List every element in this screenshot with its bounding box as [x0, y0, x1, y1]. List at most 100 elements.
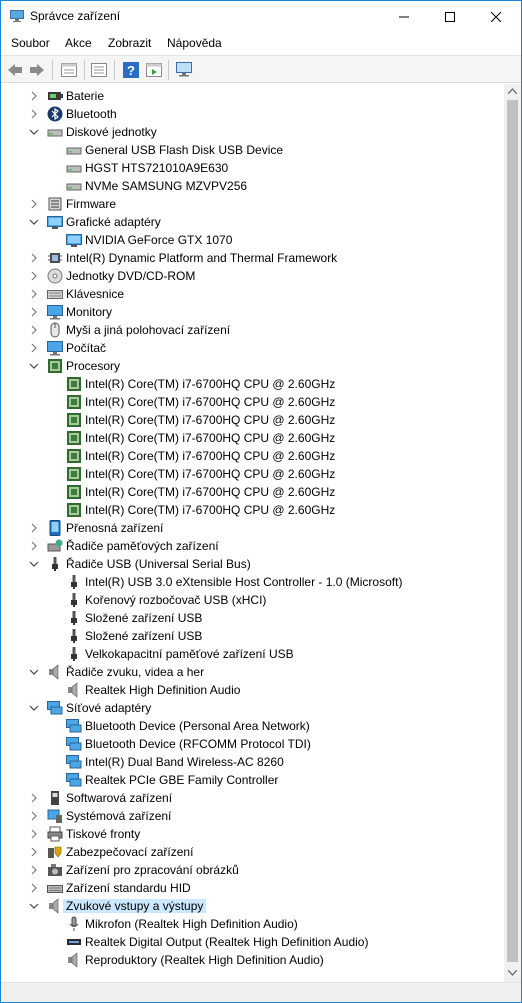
disk-icon: [66, 160, 82, 176]
tree-category[interactable]: Procesory: [4, 357, 504, 375]
scroll-thumb[interactable]: [507, 100, 518, 962]
tree-device[interactable]: Kořenový rozbočovač USB (xHCI): [4, 591, 504, 609]
tree-device[interactable]: Intel(R) Core(TM) i7-6700HQ CPU @ 2.60GH…: [4, 411, 504, 429]
chevron-right-icon[interactable]: [29, 270, 39, 282]
tree-category[interactable]: Počítač: [4, 339, 504, 357]
title-bar: Správce zařízení: [1, 1, 521, 32]
tree-device[interactable]: NVIDIA GeForce GTX 1070: [4, 231, 504, 249]
chevron-right-icon[interactable]: [29, 540, 39, 552]
chevron-down-icon[interactable]: [29, 702, 39, 714]
tree-device[interactable]: Intel(R) Dual Band Wireless-AC 8260: [4, 753, 504, 771]
tree-device[interactable]: Bluetooth Device (RFCOMM Protocol TDI): [4, 735, 504, 753]
tree-category[interactable]: Monitory: [4, 303, 504, 321]
menu-zobrazit[interactable]: Zobrazit: [108, 36, 151, 50]
tree-device[interactable]: Reproduktory (Realtek High Definition Au…: [4, 951, 504, 969]
chevron-down-icon[interactable]: [29, 126, 39, 138]
tree-category[interactable]: Zařízení standardu HID: [4, 879, 504, 897]
network-icon: [66, 736, 82, 752]
menu-napoveda[interactable]: Nápověda: [167, 36, 222, 50]
tree-category[interactable]: Firmware: [4, 195, 504, 213]
chevron-right-icon[interactable]: [29, 288, 39, 300]
tree-device[interactable]: Mikrofon (Realtek High Definition Audio): [4, 915, 504, 933]
digital-out-icon: [66, 934, 82, 950]
tree-device[interactable]: Velkokapacitní paměťové zařízení USB: [4, 645, 504, 663]
tree-device[interactable]: Intel(R) Core(TM) i7-6700HQ CPU @ 2.60GH…: [4, 501, 504, 519]
menu-akce[interactable]: Akce: [65, 36, 92, 50]
tree-category[interactable]: Síťové adaptéry: [4, 699, 504, 717]
forward-icon[interactable]: [27, 60, 47, 80]
chevron-right-icon[interactable]: [29, 864, 39, 876]
tree-device[interactable]: Složené zařízení USB: [4, 609, 504, 627]
chevron-right-icon[interactable]: [29, 810, 39, 822]
tree-item-label: Intel(R) Dual Band Wireless-AC 8260: [85, 755, 284, 769]
action-icon[interactable]: [144, 60, 164, 80]
tree-category[interactable]: Diskové jednotky: [4, 123, 504, 141]
maximize-button[interactable]: [427, 1, 473, 32]
properties-icon[interactable]: [59, 60, 79, 80]
tree-item-label: General USB Flash Disk USB Device: [85, 143, 284, 157]
chevron-down-icon[interactable]: [29, 900, 39, 912]
tree-device[interactable]: Intel(R) Core(TM) i7-6700HQ CPU @ 2.60GH…: [4, 429, 504, 447]
chevron-right-icon[interactable]: [29, 828, 39, 840]
tree-category[interactable]: Zařízení pro zpracování obrázků: [4, 861, 504, 879]
tree-item-label: Řadiče zvuku, videa a her: [66, 665, 205, 679]
tree-device[interactable]: Intel(R) Core(TM) i7-6700HQ CPU @ 2.60GH…: [4, 447, 504, 465]
help-icon[interactable]: ?: [121, 60, 141, 80]
tree-item-label: Řadiče USB (Universal Serial Bus): [66, 557, 251, 571]
chevron-right-icon[interactable]: [29, 198, 39, 210]
chevron-right-icon[interactable]: [29, 792, 39, 804]
chevron-down-icon[interactable]: [29, 666, 39, 678]
minimize-button[interactable]: [381, 1, 427, 32]
tree-device[interactable]: Intel(R) Core(TM) i7-6700HQ CPU @ 2.60GH…: [4, 393, 504, 411]
chevron-right-icon[interactable]: [29, 324, 39, 336]
tree-device[interactable]: Intel(R) Core(TM) i7-6700HQ CPU @ 2.60GH…: [4, 375, 504, 393]
tree-category[interactable]: Klávesnice: [4, 285, 504, 303]
monitor-scan-icon[interactable]: [174, 60, 194, 80]
tree-category[interactable]: Zvukové vstupy a výstupy: [4, 897, 504, 915]
tree-device[interactable]: NVMe SAMSUNG MZVPV256: [4, 177, 504, 195]
tree-category[interactable]: Softwarová zařízení: [4, 789, 504, 807]
chevron-right-icon[interactable]: [29, 846, 39, 858]
chevron-right-icon[interactable]: [29, 882, 39, 894]
device-manager-window: Správce zařízení Soubor Akce Zobrazit Ná…: [0, 0, 522, 1003]
chevron-down-icon[interactable]: [29, 360, 39, 372]
tree-category[interactable]: Jednotky DVD/CD-ROM: [4, 267, 504, 285]
tree-category[interactable]: Tiskové fronty: [4, 825, 504, 843]
chevron-down-icon[interactable]: [29, 558, 39, 570]
tree-category[interactable]: Grafické adaptéry: [4, 213, 504, 231]
chevron-right-icon[interactable]: [29, 252, 39, 264]
tree-category[interactable]: Bluetooth: [4, 105, 504, 123]
tree-category[interactable]: Myši a jiná polohovací zařízení: [4, 321, 504, 339]
list-view-icon[interactable]: [89, 60, 109, 80]
tree-device[interactable]: HGST HTS721010A9E630: [4, 159, 504, 177]
tree-category[interactable]: Intel(R) Dynamic Platform and Thermal Fr…: [4, 249, 504, 267]
vertical-scrollbar[interactable]: [504, 84, 521, 982]
tree-device[interactable]: Intel(R) Core(TM) i7-6700HQ CPU @ 2.60GH…: [4, 483, 504, 501]
monitor-icon: [47, 340, 63, 356]
cpu-icon: [66, 394, 82, 410]
tree-category[interactable]: Řadiče zvuku, videa a her: [4, 663, 504, 681]
chevron-right-icon[interactable]: [29, 108, 39, 120]
tree-category[interactable]: Zabezpečovací zařízení: [4, 843, 504, 861]
tree-device[interactable]: Složené zařízení USB: [4, 627, 504, 645]
tree-device[interactable]: Realtek High Definition Audio: [4, 681, 504, 699]
tree-device[interactable]: Realtek PCIe GBE Family Controller: [4, 771, 504, 789]
tree-device[interactable]: Realtek Digital Output (Realtek High Def…: [4, 933, 504, 951]
tree-device[interactable]: Intel(R) USB 3.0 eXtensible Host Control…: [4, 573, 504, 591]
menu-soubor[interactable]: Soubor: [11, 36, 50, 50]
chevron-right-icon[interactable]: [29, 522, 39, 534]
tree-category[interactable]: Přenosná zařízení: [4, 519, 504, 537]
chevron-right-icon[interactable]: [29, 90, 39, 102]
tree-device[interactable]: Intel(R) Core(TM) i7-6700HQ CPU @ 2.60GH…: [4, 465, 504, 483]
tree-category[interactable]: Baterie: [4, 87, 504, 105]
back-icon[interactable]: [5, 60, 25, 80]
chevron-down-icon[interactable]: [29, 216, 39, 228]
close-button[interactable]: [473, 1, 519, 32]
chevron-right-icon[interactable]: [29, 342, 39, 354]
chevron-right-icon[interactable]: [29, 306, 39, 318]
tree-category[interactable]: Řadiče USB (Universal Serial Bus): [4, 555, 504, 573]
tree-device[interactable]: Bluetooth Device (Personal Area Network): [4, 717, 504, 735]
tree-category[interactable]: Řadiče paměťových zařízení: [4, 537, 504, 555]
tree-device[interactable]: General USB Flash Disk USB Device: [4, 141, 504, 159]
tree-category[interactable]: Systémová zařízení: [4, 807, 504, 825]
